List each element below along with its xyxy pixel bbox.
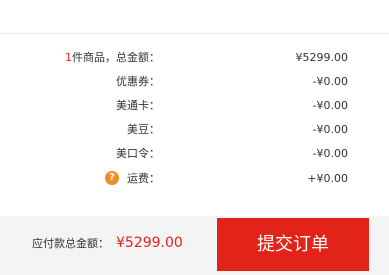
beans-label: 美豆：: [127, 123, 160, 136]
coupon-value: -¥0.00: [312, 75, 348, 88]
items-label-text: 件商品，总金额：: [72, 51, 160, 64]
total-payable-amount: ¥5299.00: [116, 235, 183, 251]
coupon-row: 优惠券： -¥0.00: [0, 73, 389, 91]
promo-code-row: 美口令： -¥0.00: [0, 145, 389, 163]
items-total-value: ¥5299.00: [295, 51, 349, 64]
submit-order-button[interactable]: 提交订单: [217, 218, 369, 271]
gift-card-value: -¥0.00: [312, 99, 348, 112]
shipping-value: +¥0.00: [307, 172, 348, 185]
items-total-row: 1件商品，总金额： ¥5299.00: [0, 49, 389, 67]
shipping-label: 运费：: [127, 172, 160, 185]
question-mark-icon[interactable]: ?: [105, 171, 119, 185]
beans-value: -¥0.00: [312, 123, 348, 136]
shipping-row: ? 运费： +¥0.00: [0, 170, 389, 188]
gift-card-row: 美通卡： -¥0.00: [0, 97, 389, 115]
items-total-label: 1件商品，总金额：: [65, 49, 160, 67]
gift-card-label: 美通卡：: [116, 99, 160, 112]
top-divider: [0, 33, 389, 34]
promo-code-label: 美口令：: [116, 147, 160, 160]
checkout-footer: 应付款总金额： ¥5299.00 提交订单: [0, 216, 389, 275]
promo-code-value: -¥0.00: [312, 147, 348, 160]
beans-row: 美豆： -¥0.00: [0, 121, 389, 139]
total-payable-label: 应付款总金额：: [32, 237, 109, 250]
items-count: 1: [65, 51, 72, 64]
coupon-label: 优惠券：: [116, 75, 160, 88]
